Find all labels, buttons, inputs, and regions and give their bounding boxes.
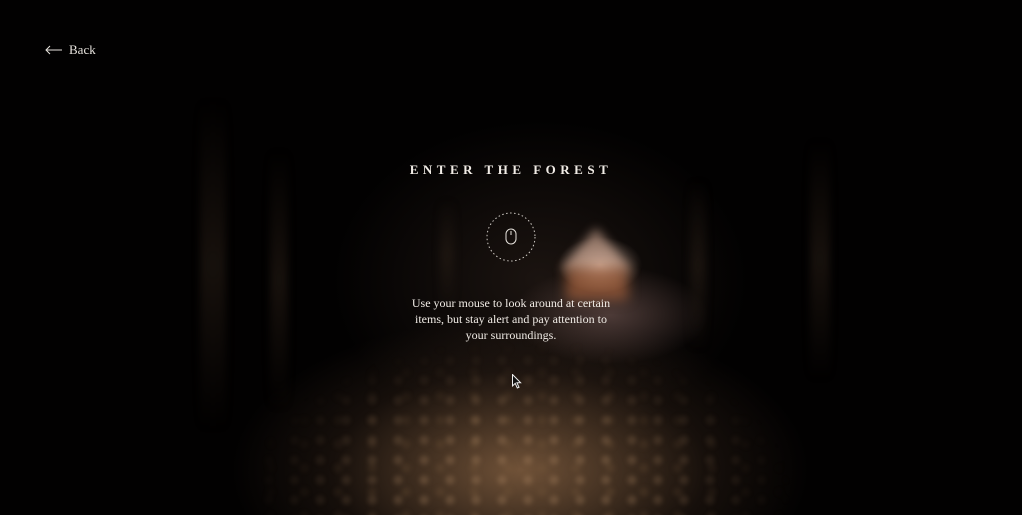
forest-scene[interactable]: Back ENTER THE FOREST Use your mouse to … bbox=[0, 0, 1022, 515]
back-label: Back bbox=[69, 42, 96, 57]
back-link[interactable]: Back bbox=[45, 42, 96, 58]
arrow-left-icon bbox=[45, 45, 63, 55]
tree-trunk bbox=[440, 200, 454, 310]
tree-trunk bbox=[690, 180, 706, 350]
cobblestone-path bbox=[180, 330, 880, 515]
distant-house-roof bbox=[560, 228, 632, 270]
pointer-cursor-icon bbox=[512, 373, 522, 389]
mouse-icon bbox=[486, 212, 536, 262]
instructions-text: Use your mouse to look around at certain… bbox=[411, 296, 611, 342]
page-title: ENTER THE FOREST bbox=[409, 162, 613, 177]
